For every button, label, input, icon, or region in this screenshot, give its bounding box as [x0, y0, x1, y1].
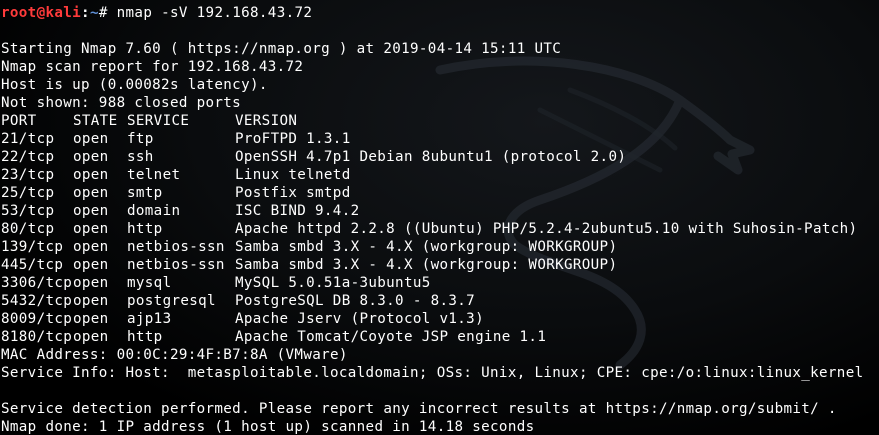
- service-cell: netbios-ssn: [127, 239, 225, 255]
- service-cell: http: [127, 221, 163, 237]
- table-row: 21/tcp open ftp ProFTPD 1.3.1: [1, 130, 863, 148]
- state-cell: open: [73, 203, 109, 219]
- state-cell: open: [73, 167, 109, 183]
- version-cell: Samba smbd 3.X - 4.X (workgroup: WORKGRO…: [235, 239, 618, 255]
- state-cell: open: [73, 221, 109, 237]
- output-line: Host is up (0.00082s latency).: [1, 77, 268, 93]
- state-cell: open: [73, 275, 109, 291]
- service-cell: netbios-ssn: [127, 257, 225, 273]
- state-cell: open: [73, 257, 109, 273]
- state-cell: open: [73, 185, 109, 201]
- state-cell: open: [73, 131, 109, 147]
- port-cell: 8180/tcp: [1, 329, 73, 345]
- service-cell: domain: [127, 203, 181, 219]
- prompt-line: root@kali:~# nmap -sV 192.168.43.72: [1, 4, 863, 22]
- output-line: Starting Nmap 7.60 ( https://nmap.org ) …: [1, 41, 562, 57]
- version-cell: Apache Tomcat/Coyote JSP engine 1.1: [235, 329, 547, 345]
- service-cell: smtp: [127, 185, 163, 201]
- service-cell: postgresql: [127, 293, 216, 309]
- table-row: 8180/tcpopen http Apache Tomcat/Coyote JSP…: [1, 328, 863, 346]
- port-cell: 21/tcp: [1, 131, 55, 147]
- table-row: 8009/tcpopen ajp13 Apache Jserv (Protocol …: [1, 310, 863, 328]
- port-cell: 25/tcp: [1, 185, 55, 201]
- column-header-port: PORT: [1, 113, 37, 129]
- state-cell: open: [73, 311, 109, 327]
- version-cell: Samba smbd 3.X - 4.X (workgroup: WORKGRO…: [235, 257, 618, 273]
- version-cell: PostgreSQL DB 8.3.0 - 8.3.7: [235, 293, 476, 309]
- version-cell: Linux telnetd: [235, 167, 351, 183]
- version-cell: MySQL 5.0.51a-3ubuntu5: [235, 275, 431, 291]
- service-cell: mysql: [127, 275, 172, 291]
- port-cell: 53/tcp: [1, 203, 55, 219]
- port-cell: 3306/tcp: [1, 275, 73, 291]
- port-cell: 80/tcp: [1, 221, 55, 237]
- column-header-service: SERVICE: [127, 113, 190, 129]
- version-cell: OpenSSH 4.7p1 Debian 8ubuntu1 (protocol …: [235, 149, 627, 165]
- table-row: 5432/tcpopen postgresql PostgreSQL DB 8.3.…: [1, 292, 863, 310]
- output-line: MAC Address: 00:0C:29:4F:B7:8A (VMware): [1, 347, 348, 363]
- version-cell: Apache httpd 2.2.8 ((Ubuntu) PHP/5.2.4-2…: [235, 221, 858, 237]
- output-line: Service detection performed. Please repo…: [1, 401, 837, 417]
- service-cell: ajp13: [127, 311, 172, 327]
- output-line: Not shown: 988 closed ports: [1, 95, 242, 111]
- prompt-colon: :: [81, 5, 90, 21]
- version-cell: ProFTPD 1.3.1: [235, 131, 351, 147]
- service-cell: ssh: [127, 149, 154, 165]
- state-cell: open: [73, 149, 109, 165]
- table-row: 25/tcp open smtp Postfix smtpd: [1, 184, 863, 202]
- port-cell: 139/tcp: [1, 239, 64, 255]
- prompt-symbol: #: [98, 5, 117, 21]
- service-cell: ftp: [127, 131, 154, 147]
- port-cell: 22/tcp: [1, 149, 55, 165]
- table-row: 80/tcp open http Apache httpd 2.2.8 ((Ubunt…: [1, 220, 863, 238]
- state-cell: open: [73, 239, 109, 255]
- command-text: nmap -sV 192.168.43.72: [116, 5, 313, 21]
- table-row: 445/tcp open netbios-ssn Samba smbd 3.X - 4…: [1, 256, 863, 274]
- table-row: 3306/tcpopen mysql MySQL 5.0.51a-3ubuntu5: [1, 274, 863, 292]
- table-row: 23/tcp open telnet Linux telnetd: [1, 166, 863, 184]
- terminal-window[interactable]: root@kali:~# nmap -sV 192.168.43.72 Star…: [0, 0, 879, 435]
- port-cell: 5432/tcp: [1, 293, 73, 309]
- state-cell: open: [73, 293, 109, 309]
- prompt-user-host: root@kali: [1, 5, 82, 21]
- prompt-path: ~: [89, 5, 99, 21]
- version-cell: Postfix smtpd: [235, 185, 351, 201]
- table-row: 139/tcp open netbios-ssn Samba smbd 3.X - 4…: [1, 238, 863, 256]
- table-row: 22/tcp open ssh OpenSSH 4.7p1 Debian 8ubunt…: [1, 148, 863, 166]
- column-header-version: VERSION: [235, 113, 298, 129]
- table-header: PORT STATE SERVICE VERSION: [1, 112, 863, 130]
- port-cell: 8009/tcp: [1, 311, 73, 327]
- version-cell: ISC BIND 9.4.2: [235, 203, 360, 219]
- port-cell: 445/tcp: [1, 257, 64, 273]
- service-cell: telnet: [127, 167, 181, 183]
- port-cell: 23/tcp: [1, 167, 55, 183]
- terminal-output: root@kali:~# nmap -sV 192.168.43.72 Star…: [1, 4, 863, 435]
- version-cell: Apache Jserv (Protocol v1.3): [235, 311, 484, 327]
- service-cell: http: [127, 329, 163, 345]
- output-line: Nmap done: 1 IP address (1 host up) scan…: [1, 419, 535, 435]
- column-header-state: STATE: [73, 113, 118, 129]
- output-line: Service Info: Host: metasploitable.local…: [1, 365, 864, 381]
- table-row: 53/tcp open domain ISC BIND 9.4.2: [1, 202, 863, 220]
- output-line: Nmap scan report for 192.168.43.72: [1, 59, 304, 75]
- state-cell: open: [73, 329, 109, 345]
